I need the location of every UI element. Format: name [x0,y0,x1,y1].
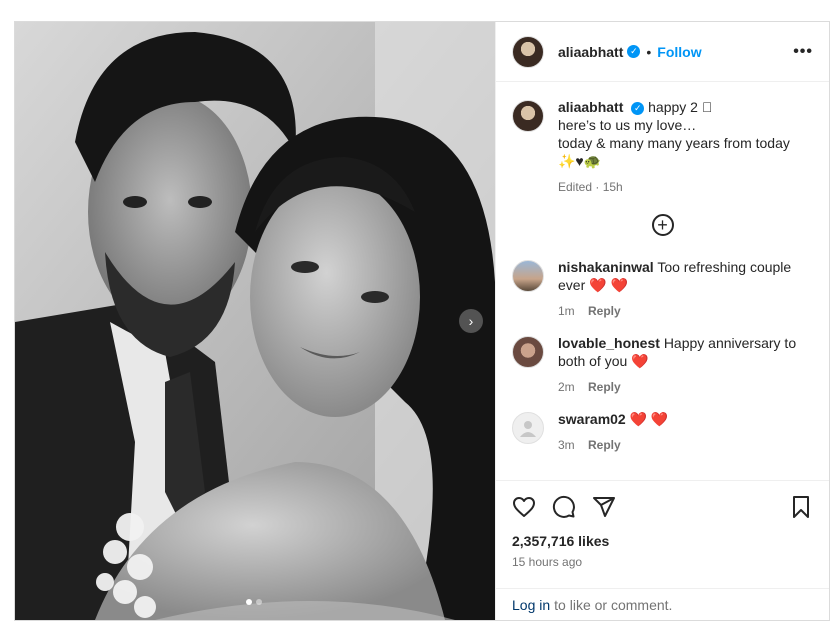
comment-meta: 2m Reply [558,378,808,396]
author-username[interactable]: aliaabhatt [558,44,623,60]
avatar[interactable] [512,100,544,132]
comment-emoji: ❤️ ❤️ [589,277,628,293]
avatar[interactable] [512,35,544,68]
comment-emoji: ❤️ [631,353,649,369]
login-prompt-text: to like or comment. [554,596,673,613]
reply-button[interactable]: Reply [588,438,621,452]
carousel-dot [256,599,262,605]
avatar[interactable] [512,412,544,444]
save-button[interactable] [789,495,813,519]
caption-line: today & many many years from today [558,135,790,151]
comment-body: swaram02 ❤️ ❤️ 3m Reply [558,410,808,454]
comment-meta: 1m Reply [558,302,808,320]
default-avatar-icon [520,421,536,437]
comment-time: 1m [558,304,575,318]
comment-item: swaram02 ❤️ ❤️ 3m Reply [512,410,813,454]
instagram-post: › aliaabhatt ✓ • Follow ••• aliaabhatt ✓ [14,21,830,621]
load-more-comments-button[interactable]: + [651,214,674,236]
comment-icon [552,495,575,518]
comment-emoji: ❤️ ❤️ [629,411,669,427]
caption-body: aliaabhatt ✓ happy 2   here’s to us my l… [558,98,808,196]
chevron-right-icon: › [468,313,474,329]
comment-meta: 3m Reply [558,436,808,454]
post-actions: 2,357,716 likes 15 hours ago [496,480,829,588]
comments-section[interactable]: aliaabhatt ✓ happy 2   here’s to us my l… [496,82,829,480]
edited-timestamp: Edited · 15h [558,180,623,194]
comment-button[interactable] [552,495,576,519]
bookmark-icon [793,496,809,518]
like-button[interactable] [512,495,536,519]
post-timestamp: 15 hours ago [512,555,583,569]
caption-line: here’s to us my love… [558,117,697,133]
carousel-dot-active [246,599,252,605]
likes-count[interactable]: 2,357,716 likes [512,533,813,549]
share-icon [593,497,615,517]
heart-outline-icon [513,497,535,517]
carousel-indicator [246,599,262,605]
verified-badge-icon: ✓ [627,45,641,58]
header-separator: • [646,43,652,60]
comment-body: nishakaninwal Too refreshing couple ever… [558,258,808,320]
login-link[interactable]: Log in [512,597,550,613]
share-button[interactable] [592,495,616,519]
login-bar: Log in to like or comment. [496,588,829,620]
caption-emoji: ✨♥🐢 [558,153,602,169]
verified-badge-icon: ✓ [631,101,645,115]
more-options-icon[interactable]: ••• [793,43,813,61]
follow-button[interactable]: Follow [657,44,701,60]
caption: aliaabhatt ✓ happy 2   here’s to us my l… [512,98,813,196]
reply-button[interactable]: Reply [588,380,621,394]
post-header: aliaabhatt ✓ • Follow ••• [496,22,829,82]
caption-text: happy 2   [648,99,713,115]
reply-button[interactable]: Reply [588,304,621,318]
caption-username[interactable]: aliaabhatt [558,99,623,115]
comment-item: nishakaninwal Too refreshing couple ever… [512,258,813,320]
post-photo [15,22,495,620]
comment-body: lovable_honest Happy anniversary to both… [558,334,808,396]
carousel-next-button[interactable]: › [459,309,483,333]
post-panel: aliaabhatt ✓ • Follow ••• aliaabhatt ✓ h… [495,22,829,620]
comment-username[interactable]: swaram02 [558,411,626,427]
plus-circle-icon: + [657,215,668,235]
action-icons [512,493,813,521]
avatar[interactable] [512,336,544,368]
comment-time: 3m [558,438,575,452]
comment-username[interactable]: nishakaninwal [558,259,654,275]
comment-username[interactable]: lovable_honest [558,335,660,351]
comment-item: lovable_honest Happy anniversary to both… [512,334,813,396]
caption-meta: Edited · 15h [558,178,808,196]
avatar[interactable] [512,260,544,292]
post-media[interactable]: › [15,22,495,620]
comment-time: 2m [558,380,575,394]
